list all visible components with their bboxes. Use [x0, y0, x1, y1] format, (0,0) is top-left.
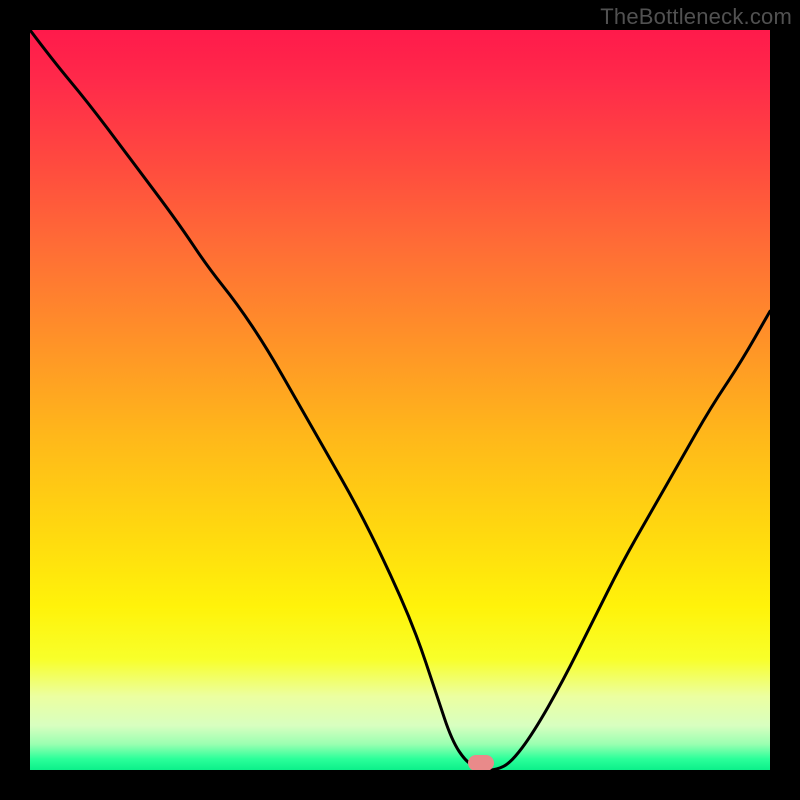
bottleneck-curve — [30, 30, 770, 770]
chart-frame: TheBottleneck.com — [0, 0, 800, 800]
watermark-text: TheBottleneck.com — [600, 4, 792, 30]
optimum-marker — [468, 755, 494, 770]
plot-area — [30, 30, 770, 770]
